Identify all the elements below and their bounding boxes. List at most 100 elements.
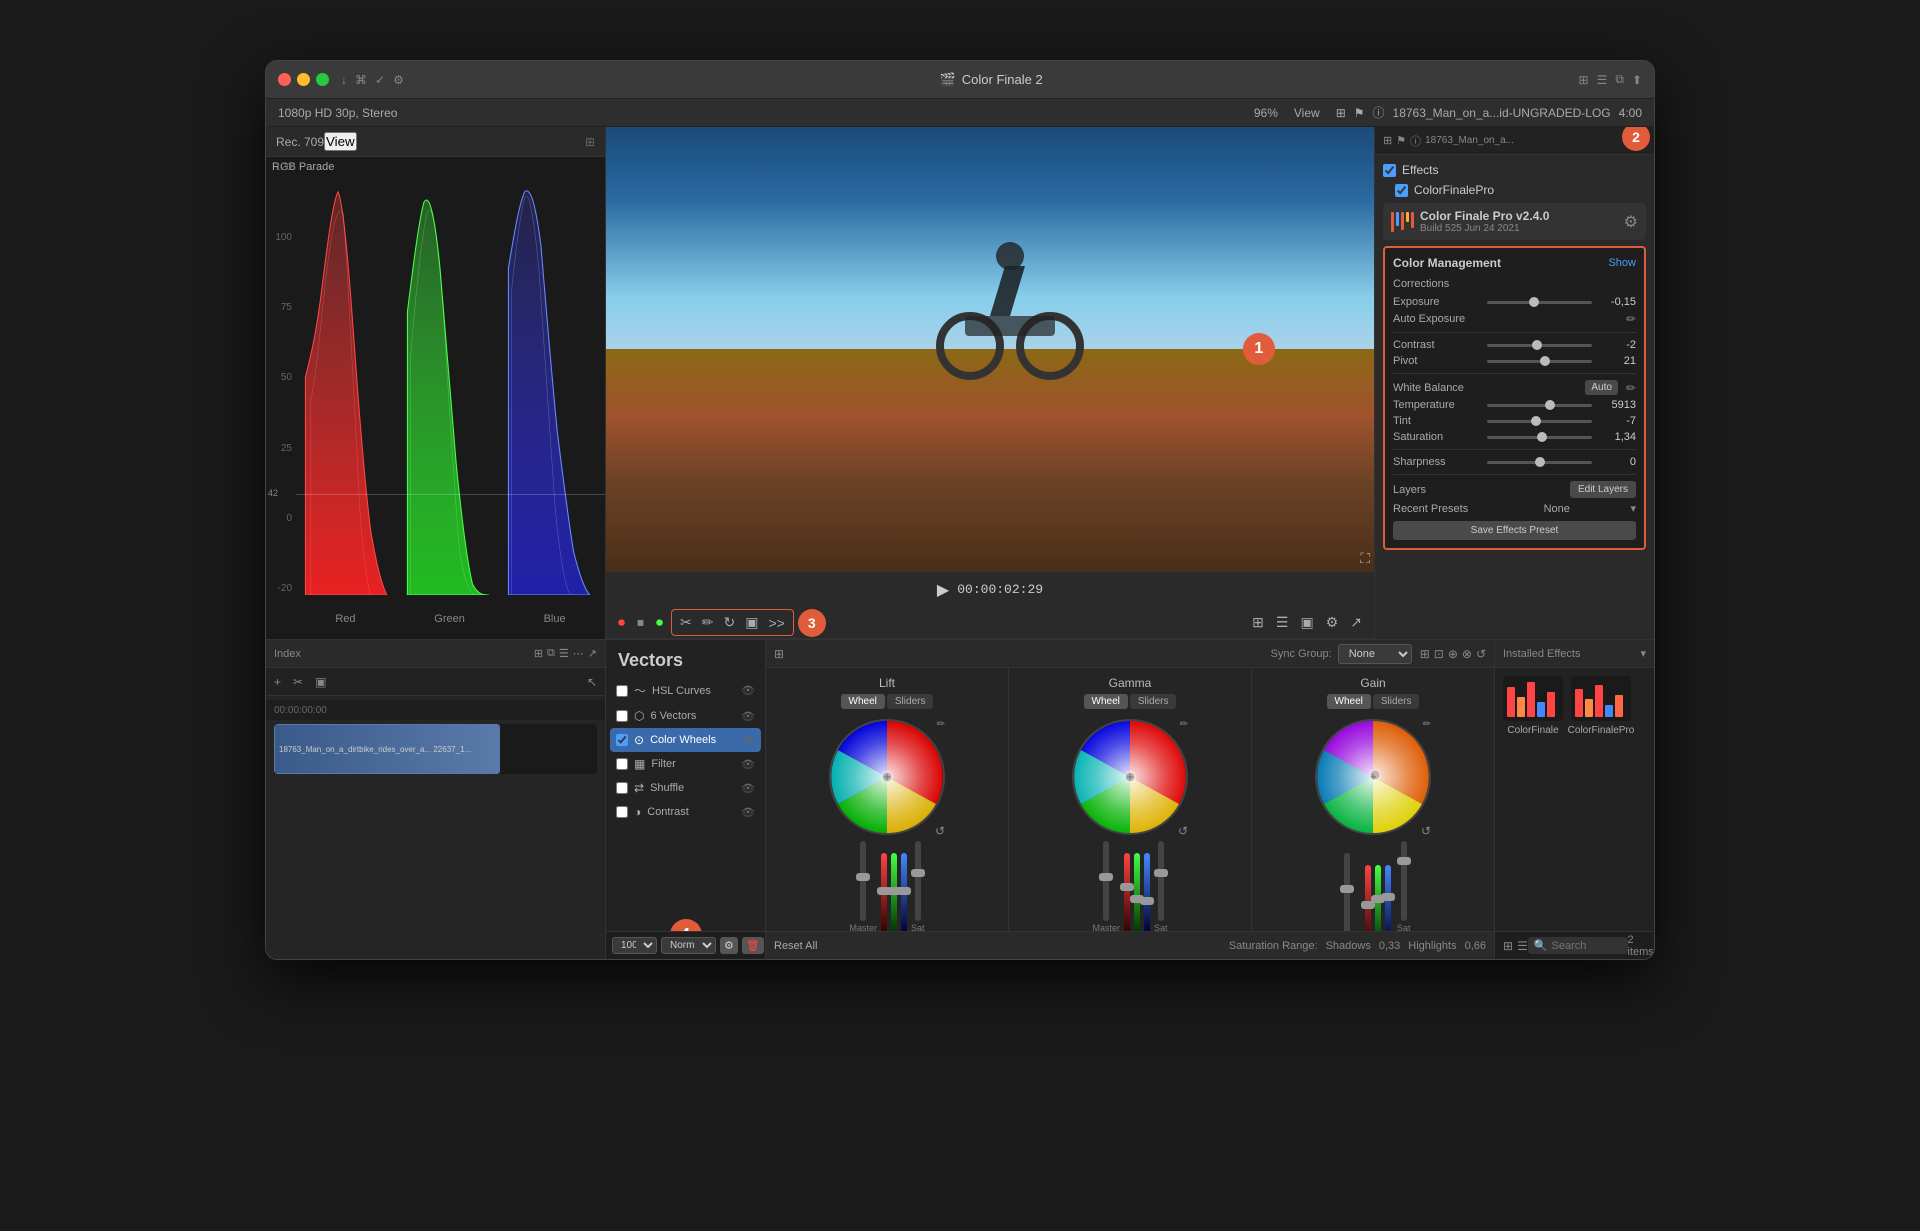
gamma-reset-button[interactable]: ↺ (1178, 824, 1188, 838)
timeline-list-icon[interactable]: ☰ (559, 647, 569, 660)
wheels-icon-4[interactable]: ⊗ (1462, 647, 1472, 661)
fullscreen-button[interactable]: ⛶ (1360, 550, 1370, 567)
gamma-red-slider[interactable] (1124, 853, 1130, 931)
edit-layers-button[interactable]: Edit Layers (1570, 481, 1636, 498)
cut-button[interactable]: ✂ (676, 612, 696, 633)
blend-mode-select[interactable]: Normal Multiply Screen (661, 937, 716, 954)
timeline-cut-button[interactable]: ✂ (289, 673, 307, 691)
maximize-button[interactable] (316, 73, 329, 86)
tint-slider[interactable] (1487, 420, 1592, 423)
layer-item-vectors[interactable]: ⬡ 6 Vectors 👁 (610, 704, 761, 728)
gain-edit-button[interactable]: ✏ (1423, 719, 1431, 730)
gain-sliders-tab[interactable]: Sliders (1373, 694, 1420, 709)
gain-color-wheel[interactable] (1313, 717, 1433, 837)
lift-master-slider[interactable]: Master (849, 841, 877, 931)
cw-checkbox[interactable] (616, 734, 628, 746)
hsl-checkbox[interactable] (616, 685, 628, 697)
layer-settings-button[interactable]: ⚙ (720, 937, 738, 954)
gain-sat-slider[interactable]: Sat 1,31 (1395, 841, 1413, 931)
close-button[interactable] (278, 73, 291, 86)
gamma-edit-button[interactable]: ✏ (1180, 719, 1188, 730)
timeline-pointer-button[interactable]: ↖ (583, 673, 601, 691)
back-icon[interactable]: ↓ (341, 73, 347, 87)
gain-reset-button[interactable]: ↺ (1421, 824, 1431, 838)
exposure-slider[interactable] (1487, 301, 1592, 304)
stop-button[interactable]: ⏹ (633, 612, 648, 633)
footer-grid-icon[interactable]: ⊞ (1503, 939, 1513, 953)
gain-master-slider[interactable]: Master (1333, 853, 1361, 931)
sharpness-slider[interactable] (1487, 461, 1592, 464)
layer-item-contrast[interactable]: ◑ Contrast 👁 (610, 800, 761, 824)
shuffle-eye-icon[interactable]: 👁 (741, 782, 755, 795)
filter-eye-icon[interactable]: 👁 (741, 758, 755, 771)
sync-group-select[interactable]: None Group 1 (1338, 644, 1412, 664)
effect-thumb-colorfinale-pro[interactable]: ColorFinalePro (1571, 676, 1631, 736)
timeline-grid-icon[interactable]: ⊞ (534, 647, 543, 660)
lift-reset-button[interactable]: ↺ (935, 824, 945, 838)
gain-wheel-tab[interactable]: Wheel (1327, 694, 1371, 709)
lift-blue-slider[interactable] (901, 853, 907, 931)
lift-edit-button[interactable]: ✏ (937, 719, 945, 730)
gamma-sat-slider[interactable]: Sat (1154, 841, 1168, 931)
check-icon[interactable]: ✓ (375, 73, 385, 87)
waveform-export-icon[interactable]: ⊞ (585, 135, 595, 149)
wheels-toolbar-icon[interactable]: ⊞ (774, 647, 784, 661)
auto-wb-button[interactable]: Auto (1585, 380, 1618, 395)
lift-sliders-tab[interactable]: Sliders (887, 694, 934, 709)
more-button[interactable]: >> (764, 613, 788, 633)
hsl-eye-icon[interactable]: 👁 (741, 684, 755, 697)
effects-checkbox[interactable] (1383, 164, 1396, 177)
installed-effects-expand-icon[interactable]: ▾ (1640, 647, 1646, 660)
layer-item-color-wheels[interactable]: ⊙ Color Wheels 👁 (610, 728, 761, 752)
contrast-layer-checkbox[interactable] (616, 806, 628, 818)
gamma-green-slider[interactable] (1134, 853, 1140, 931)
settings-button[interactable]: ⚙ (1322, 612, 1343, 633)
grid-icon[interactable]: ⊞ (1579, 73, 1589, 87)
arrow-button[interactable]: ↗ (1346, 612, 1366, 633)
presets-expand-icon[interactable]: ▾ (1630, 502, 1636, 515)
lift-color-wheel[interactable] (827, 717, 947, 837)
cm-show-button[interactable]: Show (1608, 257, 1636, 269)
gamma-sliders-tab[interactable]: Sliders (1130, 694, 1177, 709)
gain-blue-slider[interactable] (1385, 865, 1391, 931)
record-button[interactable]: ⏺ (614, 612, 629, 633)
gear-icon[interactable]: ⚙ (393, 73, 404, 87)
auto-exposure-pick-icon[interactable]: ✏ (1626, 312, 1636, 326)
filter-checkbox[interactable] (616, 758, 628, 770)
opacity-select[interactable]: 100 % 75 % 50 % (612, 937, 657, 954)
save-effects-preset-button[interactable]: Save Effects Preset (1393, 521, 1636, 540)
gamma-blue-slider[interactable] (1144, 853, 1150, 931)
green-dot[interactable]: ⏺ (652, 612, 667, 633)
lift-sat-slider[interactable]: Sat (911, 841, 925, 931)
reset-all-button[interactable]: Reset All (774, 940, 817, 952)
wheels-icon-1[interactable]: ⊞ (1420, 647, 1430, 661)
timeline-split-icon[interactable]: ⧉ (547, 647, 555, 660)
wheels-icon-3[interactable]: ⊕ (1448, 647, 1458, 661)
waveform-view-button[interactable]: View (324, 132, 357, 151)
gamma-master-slider[interactable]: Master (1092, 841, 1120, 931)
effect-thumb-colorfinale[interactable]: ColorFinale (1503, 676, 1563, 736)
wheels-icon-2[interactable]: ⊡ (1434, 647, 1444, 661)
clip-view-button[interactable]: ▣ (1296, 612, 1317, 633)
split-icon[interactable]: ⧉ (1615, 72, 1624, 87)
search-box[interactable]: 🔍 (1528, 937, 1628, 954)
gamma-color-wheel[interactable] (1070, 717, 1190, 837)
vectors-checkbox[interactable] (616, 710, 628, 722)
search-input[interactable] (1552, 940, 1622, 952)
vectors-eye-icon[interactable]: 👁 (741, 710, 755, 723)
layer-item-hsl[interactable]: 〜 HSL Curves 👁 (610, 677, 761, 704)
edit-button[interactable]: ✏ (698, 612, 718, 633)
crop-button[interactable]: ▣ (741, 612, 762, 633)
wheels-icon-5[interactable]: ↺ (1476, 647, 1486, 661)
list-icon[interactable]: ☰ (1597, 73, 1608, 87)
timeline-clip[interactable]: 18763_Man_on_a_dirtbike_rides_over_a... … (274, 724, 500, 774)
cw-eye-icon[interactable]: 👁 (741, 734, 755, 747)
cf-settings-button[interactable]: ⚙ (1624, 212, 1638, 232)
timeline-more-icon[interactable]: ⋯ (573, 647, 584, 660)
layer-delete-button[interactable]: 🗑 (742, 937, 764, 954)
key-icon[interactable]: ⌘ (355, 73, 367, 87)
timeline-edit-button[interactable]: ▣ (311, 673, 330, 691)
pivot-slider[interactable] (1487, 360, 1592, 363)
minimize-button[interactable] (297, 73, 310, 86)
shuffle-checkbox[interactable] (616, 782, 628, 794)
